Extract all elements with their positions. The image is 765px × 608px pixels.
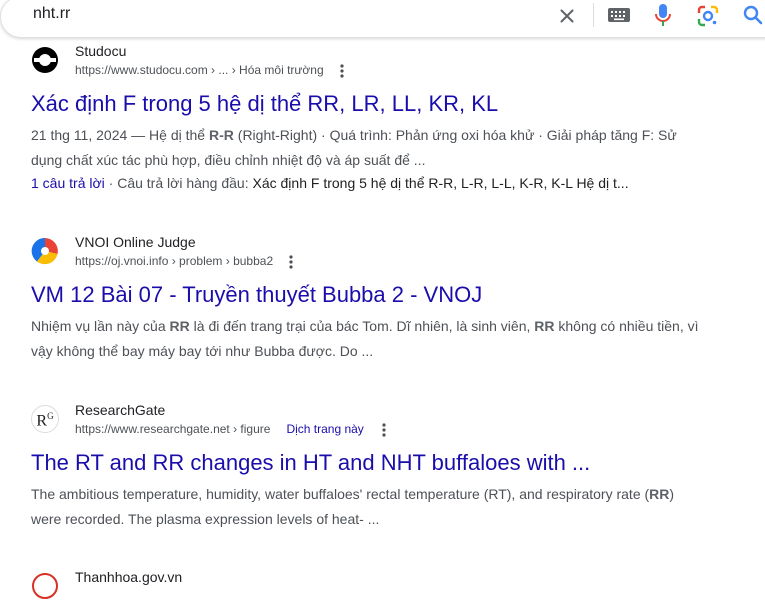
site-url: https://oj.vnoi.info › problem › bubba2	[75, 254, 274, 268]
site-url: https://www.researchgate.net › figure	[75, 422, 271, 436]
search-bar[interactable]: nht.rr	[0, 0, 765, 38]
snippet-text: The ambitious temperature, humidity, wat…	[31, 486, 650, 502]
google-lens-icon[interactable]	[696, 4, 720, 28]
close-icon[interactable]	[556, 5, 578, 27]
logo-letter: R	[36, 412, 48, 430]
answers-count-link[interactable]: 1 câu trả lời	[31, 175, 105, 191]
search-icon[interactable]	[741, 3, 765, 27]
snippet-text: là đi đến trang trại của bác Tom. Dĩ nhi…	[189, 318, 535, 334]
snippet-highlight: RR	[534, 318, 555, 334]
search-input[interactable]: nht.rr	[33, 4, 70, 24]
site-name: VNOI Online Judge	[75, 234, 196, 250]
search-result: Studocu https://www.studocu.com › ... › …	[31, 42, 751, 193]
translate-page-link[interactable]: Dịch trang này	[286, 421, 363, 437]
site-name: ResearchGate	[75, 402, 166, 418]
more-options-icon[interactable]	[334, 63, 350, 79]
more-options-icon[interactable]	[376, 422, 392, 438]
site-name: Thanhhoa.gov.vn	[75, 569, 183, 585]
result-title-link[interactable]: Xác định F trong 5 hệ dị thể RR, LR, LL,…	[31, 90, 751, 118]
keyboard-icon[interactable]	[607, 6, 631, 24]
result-snippet: Nhiệm vụ lần này của RR là đi đến trang …	[31, 314, 703, 364]
thanhhoa-logo	[31, 572, 59, 600]
answers-label: · Câu trả lời hàng đầu:	[108, 175, 253, 191]
snippet-date: 21 thg 11, 2024 —	[31, 127, 146, 143]
snippet-text: Hệ dị thể	[145, 127, 209, 143]
result-source[interactable]: Studocu https://www.studocu.com › ... › …	[31, 42, 751, 82]
result-title-link[interactable]: The RT and RR changes in HT and NHT buff…	[31, 449, 751, 477]
snippet-highlight: RR	[649, 486, 670, 502]
divider	[593, 3, 594, 27]
search-result: VNOI Online Judge https://oj.vnoi.info ›…	[31, 233, 751, 364]
result-snippet: The ambitious temperature, humidity, wat…	[31, 482, 703, 532]
site-name: Studocu	[75, 43, 127, 59]
search-result: Thanhhoa.gov.vn	[31, 568, 751, 608]
snippet-highlight: R-R	[209, 127, 234, 143]
result-title-link[interactable]: VM 12 Bài 07 - Truyền thuyết Bubba 2 - V…	[31, 281, 751, 309]
more-options-icon[interactable]	[283, 254, 299, 270]
researchgate-logo: RG	[31, 405, 59, 433]
answers-line: 1 câu trả lời · Câu trả lời hàng đầu: Xá…	[31, 173, 751, 193]
result-snippet: 21 thg 11, 2024 — Hệ dị thể R-R (Right-R…	[31, 123, 703, 173]
result-source[interactable]: RG ResearchGate https://www.researchgate…	[31, 401, 751, 441]
site-url: https://www.studocu.com › ... › Hóa môi …	[75, 63, 324, 77]
logo-letter-sup: G	[47, 411, 54, 422]
vnoi-logo	[31, 237, 59, 265]
studocu-logo	[31, 46, 59, 74]
search-result: RG ResearchGate https://www.researchgate…	[31, 401, 751, 532]
top-answer[interactable]: Xác định F trong 5 hệ dị thể R-R, L-R, L…	[253, 175, 629, 191]
mic-icon[interactable]	[652, 2, 674, 28]
result-source[interactable]: Thanhhoa.gov.vn	[31, 568, 751, 608]
snippet-text: Nhiệm vụ lần này của	[31, 318, 170, 334]
result-source[interactable]: VNOI Online Judge https://oj.vnoi.info ›…	[31, 233, 751, 273]
snippet-highlight: RR	[169, 318, 190, 334]
